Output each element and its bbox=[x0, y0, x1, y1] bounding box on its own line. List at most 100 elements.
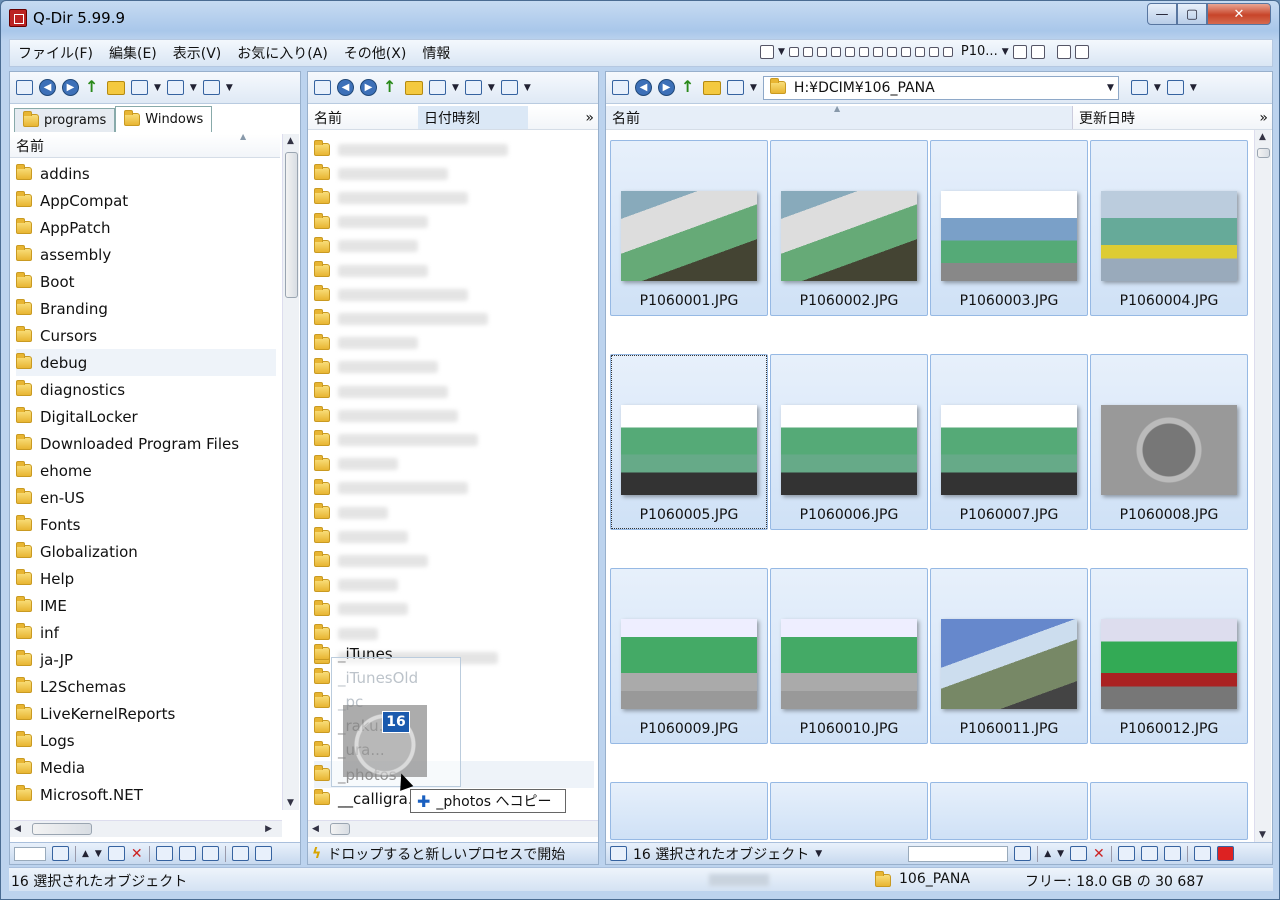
delete-icon[interactable]: ✕ bbox=[131, 846, 143, 862]
list-item[interactable]: diagnostics bbox=[16, 376, 276, 403]
layout-4-icon[interactable] bbox=[830, 46, 841, 57]
new-folder-icon[interactable] bbox=[107, 80, 125, 95]
list-item[interactable]: AppPatch bbox=[16, 214, 276, 241]
list-item[interactable] bbox=[314, 378, 448, 405]
filter-icon[interactable] bbox=[1014, 846, 1032, 861]
paste-icon[interactable] bbox=[1163, 846, 1181, 861]
layout-3-icon[interactable] bbox=[816, 46, 827, 57]
lightning-icon[interactable] bbox=[1070, 846, 1088, 861]
thumbnail-item[interactable]: P1060006.JPG bbox=[770, 354, 928, 530]
chevron-down-icon[interactable]: ▼ bbox=[488, 83, 495, 93]
chevron-down-icon[interactable]: ▼ bbox=[1002, 47, 1009, 57]
cut-icon[interactable] bbox=[155, 846, 173, 861]
thumbnail-item[interactable]: P1060011.JPG bbox=[930, 568, 1088, 744]
delete-icon[interactable]: ✕ bbox=[1093, 846, 1105, 862]
chevron-down-icon[interactable]: ▼ bbox=[778, 47, 785, 57]
list-item[interactable]: Microsoft.NET bbox=[16, 781, 276, 808]
menu-info[interactable]: 情報 bbox=[414, 43, 458, 63]
title-bar[interactable]: Q-Dir 5.99.9 — ▢ ✕ bbox=[1, 1, 1279, 35]
list-item[interactable] bbox=[314, 209, 428, 236]
scroll-right-icon[interactable]: ▶ bbox=[265, 824, 272, 834]
list-item[interactable] bbox=[314, 402, 458, 429]
menu-favorites[interactable]: お気に入り(A) bbox=[229, 43, 336, 63]
thumbnail-item[interactable]: P1060002.JPG bbox=[770, 140, 928, 316]
list-item[interactable]: inf bbox=[16, 619, 276, 646]
list-item[interactable] bbox=[314, 136, 508, 163]
list-item[interactable]: L2Schemas bbox=[16, 673, 276, 700]
network-icon[interactable] bbox=[202, 80, 220, 95]
thumbnail-item[interactable]: P1060010.JPG bbox=[770, 568, 928, 744]
left-vertical-scrollbar[interactable]: ▲ ▼ bbox=[282, 134, 299, 810]
network-icon[interactable] bbox=[1166, 80, 1184, 95]
list-item[interactable]: Downloaded Program Files bbox=[16, 430, 276, 457]
close-pane-icon[interactable] bbox=[1216, 846, 1234, 861]
edit-icon[interactable] bbox=[231, 846, 249, 861]
address-bar[interactable]: H:¥DCIM¥106_PANA ▼ bbox=[762, 75, 1119, 100]
help-icon[interactable] bbox=[1074, 44, 1089, 59]
more-columns-icon[interactable]: » bbox=[1253, 106, 1272, 129]
move-up-icon[interactable]: ▲ bbox=[82, 849, 89, 859]
maximize-button[interactable]: ▢ bbox=[1177, 3, 1207, 25]
menu-edit[interactable]: 編集(E) bbox=[101, 43, 165, 63]
star-icon[interactable] bbox=[1030, 44, 1045, 59]
list-item[interactable] bbox=[314, 160, 448, 187]
filter-input[interactable] bbox=[908, 845, 1009, 862]
view-mode-icon[interactable] bbox=[727, 80, 744, 95]
column-modified[interactable]: 更新日時 bbox=[1072, 106, 1135, 129]
back-icon[interactable]: ◀ bbox=[39, 79, 56, 96]
chevron-down-icon[interactable]: ▼ bbox=[154, 83, 161, 93]
list-item[interactable]: Help bbox=[16, 565, 276, 592]
menu-other[interactable]: その他(X) bbox=[336, 43, 415, 63]
layout-grid-icon[interactable] bbox=[760, 44, 774, 59]
scroll-down-icon[interactable]: ▼ bbox=[287, 798, 294, 808]
scroll-down-icon[interactable]: ▼ bbox=[1259, 830, 1266, 840]
list-item[interactable]: IME bbox=[16, 592, 276, 619]
thumbnail-item[interactable]: P1060012.JPG bbox=[1090, 568, 1248, 744]
list-item[interactable]: AppCompat bbox=[16, 187, 276, 214]
thumbnail-item[interactable]: P1060005.JPG bbox=[610, 354, 768, 530]
list-item[interactable]: Boot bbox=[16, 268, 276, 295]
list-item[interactable] bbox=[314, 451, 398, 478]
edit-icon[interactable] bbox=[1193, 846, 1211, 861]
list-item[interactable] bbox=[314, 523, 408, 550]
scroll-thumb[interactable] bbox=[32, 823, 92, 835]
column-name[interactable]: 名前 bbox=[308, 106, 418, 129]
forward-icon[interactable]: ▶ bbox=[658, 79, 675, 96]
layout-5-icon[interactable] bbox=[844, 46, 855, 57]
left-column-header[interactable]: 名前 ▲ bbox=[10, 132, 280, 158]
view-mode-icon[interactable] bbox=[131, 80, 148, 95]
network-icon[interactable] bbox=[500, 80, 518, 95]
chevron-down-icon[interactable]: ▼ bbox=[1190, 83, 1197, 93]
chevron-down-icon[interactable]: ▼ bbox=[452, 83, 459, 93]
pane-view-icon[interactable] bbox=[314, 80, 331, 95]
list-item[interactable]: DigitalLocker bbox=[16, 403, 276, 430]
list-item[interactable] bbox=[314, 281, 468, 308]
right-vertical-scrollbar[interactable]: ▲ ▼ bbox=[1254, 130, 1271, 842]
app-icon[interactable] bbox=[9, 9, 27, 27]
favorite-shortcut[interactable]: P10... bbox=[961, 44, 998, 59]
layout-2-icon[interactable] bbox=[802, 46, 813, 57]
thumbnail-item[interactable] bbox=[770, 782, 928, 840]
up-folder-icon[interactable]: ↑ bbox=[85, 78, 101, 96]
scroll-left-icon[interactable]: ◀ bbox=[312, 824, 319, 834]
list-item[interactable]: LiveKernelReports bbox=[16, 700, 276, 727]
pane-view-icon[interactable] bbox=[16, 80, 33, 95]
new-folder-icon[interactable] bbox=[405, 80, 423, 95]
back-icon[interactable]: ◀ bbox=[337, 79, 354, 96]
back-icon[interactable]: ◀ bbox=[635, 79, 652, 96]
list-item[interactable] bbox=[314, 184, 468, 211]
more-columns-icon[interactable]: » bbox=[579, 106, 598, 129]
filter-icon[interactable] bbox=[52, 846, 69, 861]
list-item[interactable] bbox=[314, 305, 488, 332]
list-item[interactable]: assembly bbox=[16, 241, 276, 268]
close-button[interactable]: ✕ bbox=[1207, 3, 1271, 25]
thumbnail-item[interactable]: P1060009.JPG bbox=[610, 568, 768, 744]
list-item[interactable]: ja-JP bbox=[16, 646, 276, 673]
list-item[interactable] bbox=[314, 426, 478, 453]
tab-windows[interactable]: Windows bbox=[115, 106, 213, 132]
list-item[interactable]: debug bbox=[16, 349, 276, 376]
thumbnail-item[interactable]: P1060004.JPG bbox=[1090, 140, 1248, 316]
pane-view-icon[interactable] bbox=[612, 80, 629, 95]
layout-8-icon[interactable] bbox=[886, 46, 897, 57]
layout-11-icon[interactable] bbox=[928, 46, 939, 57]
